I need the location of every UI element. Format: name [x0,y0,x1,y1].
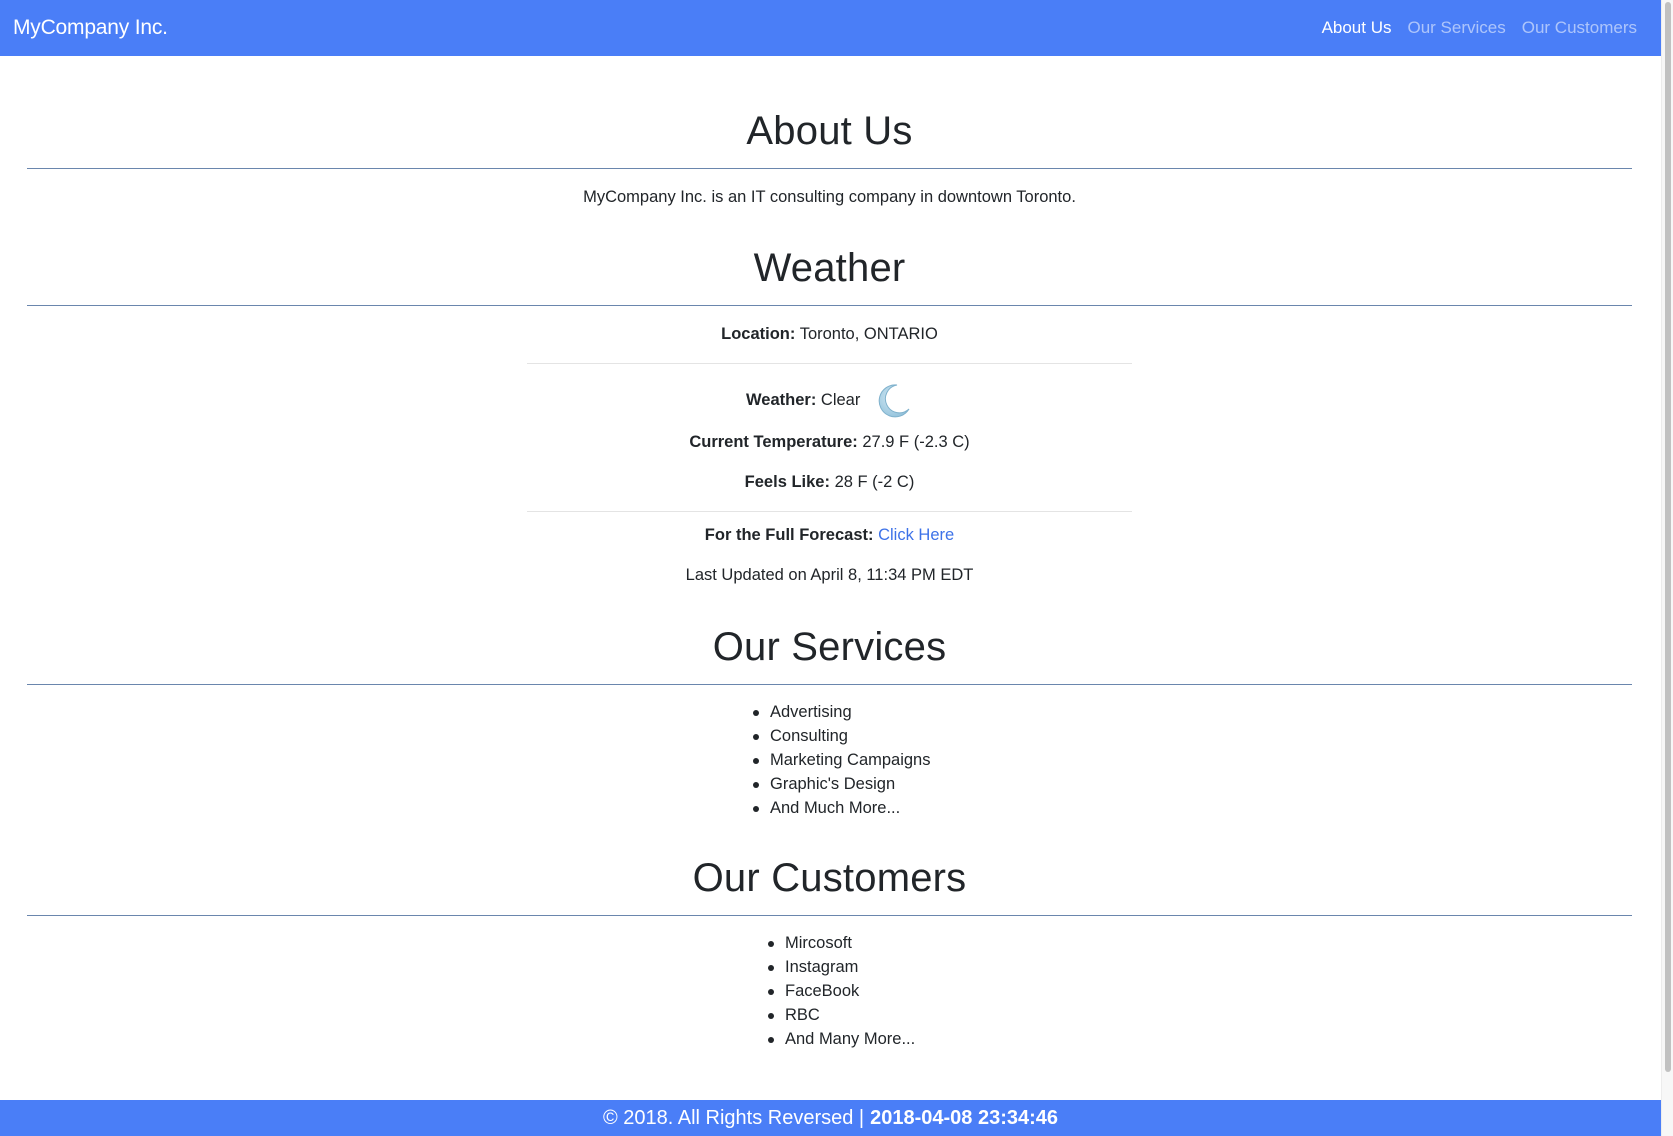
condition-label: Weather: [746,391,817,409]
forecast-label: For the Full Forecast: [704,526,874,544]
page: MyCompany Inc. About Us Our Services Our… [0,0,1673,1136]
footer: © 2018. All Rights Reversed | 2018-04-08… [0,1100,1661,1136]
list-item: Consulting [753,724,1632,748]
nav-link-our-services[interactable]: Our Services [1408,18,1506,38]
feels-like-label: Feels Like: [744,473,830,491]
list-item: Marketing Campaigns [753,748,1632,772]
customers-list: Mircosoft Instagram FaceBook RBC And Man… [768,931,1632,1051]
main-content: About Us MyCompany Inc. is an IT consult… [27,56,1632,1051]
scrollbar-thumb[interactable] [1665,2,1671,1072]
temperature-value: 27.9 F (-2.3 C) [862,433,970,451]
list-item: And Many More... [768,1027,1632,1051]
footer-copyright: © 2018. All Rights Reversed | [602,1106,865,1129]
list-item: RBC [768,1003,1632,1027]
weather-forecast: For the Full Forecast: Click Here [27,524,1632,546]
nav-links: About Us Our Services Our Customers [1322,18,1637,38]
location-label: Location: [721,325,796,343]
services-list: Advertising Consulting Marketing Campaig… [753,700,1632,820]
vertical-scrollbar[interactable] [1661,0,1673,1136]
feels-like-value: 28 F (-2 C) [834,473,915,491]
about-title: About Us [746,109,913,153]
about-text: MyCompany Inc. is an IT consulting compa… [583,188,1076,206]
nav-link-our-customers[interactable]: Our Customers [1522,18,1637,38]
nav-link-about-us[interactable]: About Us [1322,18,1392,38]
weather-location: Location: Toronto, ONTARIO [27,323,1632,345]
location-value: Toronto, ONTARIO [799,325,938,343]
weather-condition: Weather: Clear [27,380,1632,420]
list-item: Graphic's Design [753,772,1632,796]
temperature-label: Current Temperature: [689,433,858,451]
list-item: FaceBook [768,979,1632,1003]
list-item: And Much More... [753,796,1632,820]
moon-icon [875,382,913,420]
list-item: Advertising [753,700,1632,724]
customers-title: Our Customers [692,856,967,900]
navbar: MyCompany Inc. About Us Our Services Our… [0,0,1661,56]
weather-title: Weather [753,246,906,290]
brand-logo[interactable]: MyCompany Inc. [13,16,168,40]
services-title: Our Services [712,625,947,669]
weather-temperature: Current Temperature: 27.9 F (-2.3 C) [27,431,1632,453]
list-item: Instagram [768,955,1632,979]
condition-value: Clear [820,391,861,409]
footer-timestamp: 2018-04-08 23:34:46 [870,1106,1059,1129]
weather-feels-like: Feels Like: 28 F (-2 C) [27,471,1632,493]
list-item: Mircosoft [768,931,1632,955]
weather-last-updated: Last Updated on April 8, 11:34 PM EDT [685,566,974,584]
forecast-link[interactable]: Click Here [878,526,954,544]
